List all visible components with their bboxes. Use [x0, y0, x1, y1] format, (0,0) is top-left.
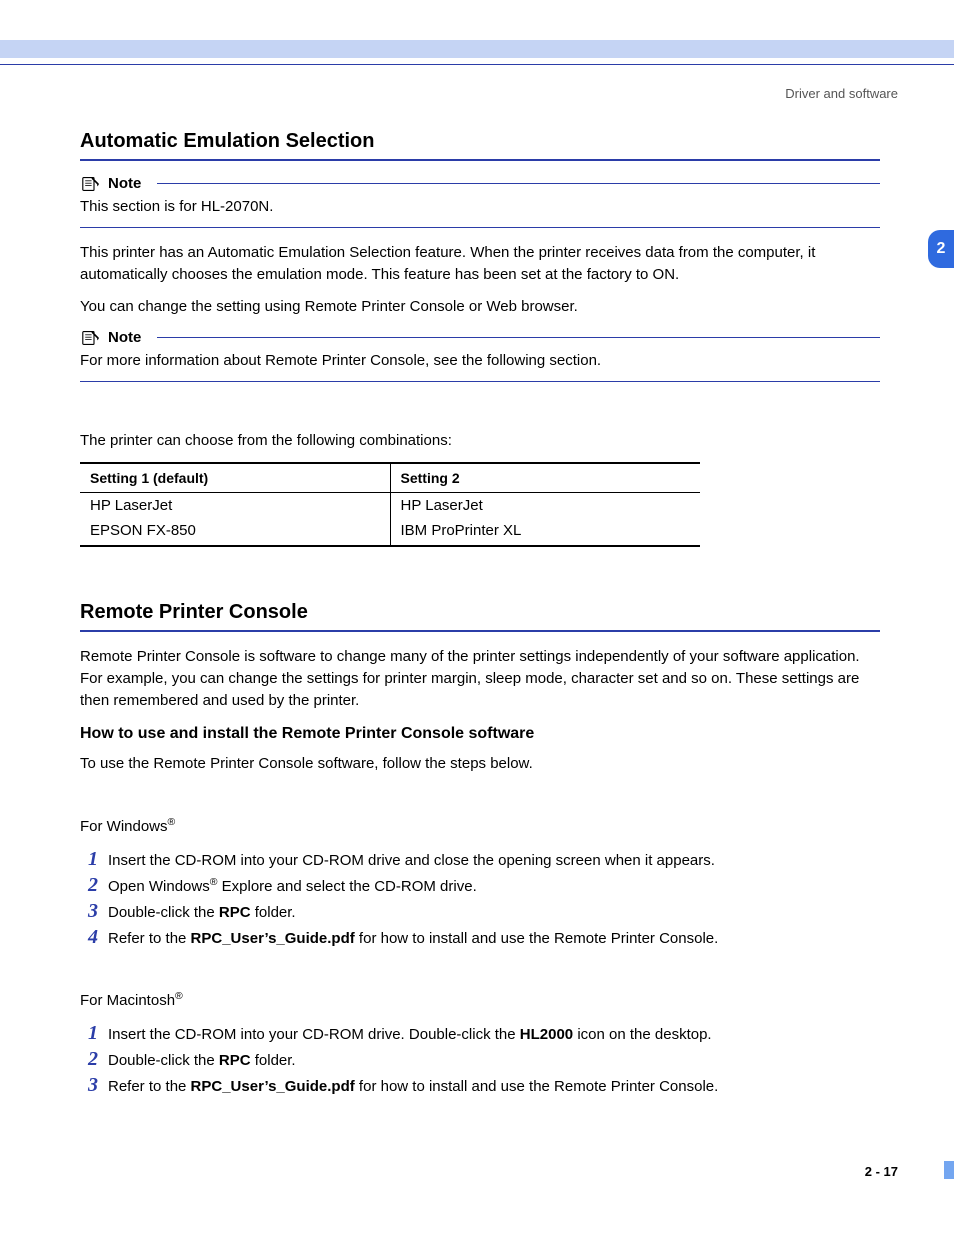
step-item: 2 Open Windows® Explore and select the CD…: [80, 874, 880, 897]
spacer: [80, 553, 880, 601]
step-number: 3: [80, 1074, 98, 1097]
step-text: Double-click the RPC folder.: [108, 902, 296, 923]
page-container: Driver and software 2 Automatic Emulatio…: [0, 0, 954, 1235]
chapter-tab: 2: [928, 230, 954, 268]
body-paragraph: Remote Printer Console is software to ch…: [80, 646, 880, 711]
mac-steps: 1 Insert the CD-ROM into your CD-ROM driv…: [80, 1022, 880, 1097]
step-item: 2 Double-click the RPC folder.: [80, 1048, 880, 1071]
note-label: Note: [108, 175, 141, 192]
step-item: 4 Refer to the RPC_User’s_Guide.pdf for h…: [80, 926, 880, 949]
table-cell: HP LaserJet: [80, 493, 390, 519]
step-number: 1: [80, 1022, 98, 1045]
step-item: 3 Double-click the RPC folder.: [80, 900, 880, 923]
header-band: [0, 40, 954, 58]
step-item: 1 Insert the CD-ROM into your CD-ROM driv…: [80, 1022, 880, 1045]
step-number: 1: [80, 848, 98, 871]
note-block-1: Note This section is for HL-2070N.: [80, 175, 880, 228]
header-rule: [0, 64, 954, 65]
step-text: Double-click the RPC folder.: [108, 1050, 296, 1071]
table-header-row: Setting 1 (default) Setting 2: [80, 463, 700, 493]
step-text: Open Windows® Explore and select the CD-…: [108, 875, 477, 897]
step-item: 1 Insert the CD-ROM into your CD-ROM driv…: [80, 848, 880, 871]
page-number: 2 - 17: [865, 1164, 898, 1179]
step-number: 2: [80, 874, 98, 897]
table-header-cell: Setting 2: [390, 463, 700, 493]
step-text: Insert the CD-ROM into your CD-ROM drive…: [108, 850, 715, 871]
step-text: Refer to the RPC_User’s_Guide.pdf for ho…: [108, 928, 718, 949]
body-paragraph: You can change the setting using Remote …: [80, 296, 880, 318]
step-item: 3 Refer to the RPC_User’s_Guide.pdf for h…: [80, 1074, 880, 1097]
step-text: Insert the CD-ROM into your CD-ROM drive…: [108, 1024, 712, 1045]
content-area: Automatic Emulation Selection Note This …: [80, 130, 880, 1107]
note-text: For more information about Remote Printe…: [80, 350, 880, 371]
note-end-rule: [80, 381, 880, 382]
settings-table: Setting 1 (default) Setting 2 HP LaserJe…: [80, 462, 700, 547]
table-cell: HP LaserJet: [390, 493, 700, 519]
body-paragraph: This printer has an Automatic Emulation …: [80, 242, 880, 286]
table-row: HP LaserJet HP LaserJet: [80, 493, 700, 519]
note-rule: [157, 183, 880, 184]
note-icon: [80, 330, 100, 346]
platform-label-mac: For Macintosh®: [80, 989, 880, 1012]
section-heading-2: Remote Printer Console: [80, 601, 880, 632]
body-paragraph: To use the Remote Printer Console softwa…: [80, 753, 880, 775]
header-section-label: Driver and software: [785, 86, 898, 101]
section-heading-1: Automatic Emulation Selection: [80, 130, 880, 161]
note-block-2: Note For more information about Remote P…: [80, 329, 880, 382]
windows-steps: 1 Insert the CD-ROM into your CD-ROM driv…: [80, 848, 880, 949]
subsection-heading: How to use and install the Remote Printe…: [80, 725, 880, 743]
note-label: Note: [108, 329, 141, 346]
note-rule: [157, 337, 880, 338]
table-row: EPSON FX-850 IBM ProPrinter XL: [80, 518, 700, 546]
platform-label-windows: For Windows®: [80, 815, 880, 838]
step-number: 3: [80, 900, 98, 923]
body-paragraph: The printer can choose from the followin…: [80, 430, 880, 452]
table-cell: IBM ProPrinter XL: [390, 518, 700, 546]
note-text: This section is for HL-2070N.: [80, 196, 880, 217]
note-icon: [80, 176, 100, 192]
table-cell: EPSON FX-850: [80, 518, 390, 546]
spacer: [80, 396, 880, 420]
spacer: [80, 959, 880, 979]
step-number: 4: [80, 926, 98, 949]
table-header-cell: Setting 1 (default): [80, 463, 390, 493]
note-end-rule: [80, 227, 880, 228]
step-text: Refer to the RPC_User’s_Guide.pdf for ho…: [108, 1076, 718, 1097]
step-number: 2: [80, 1048, 98, 1071]
footer-edge-marker: [944, 1161, 954, 1179]
spacer: [80, 785, 880, 805]
